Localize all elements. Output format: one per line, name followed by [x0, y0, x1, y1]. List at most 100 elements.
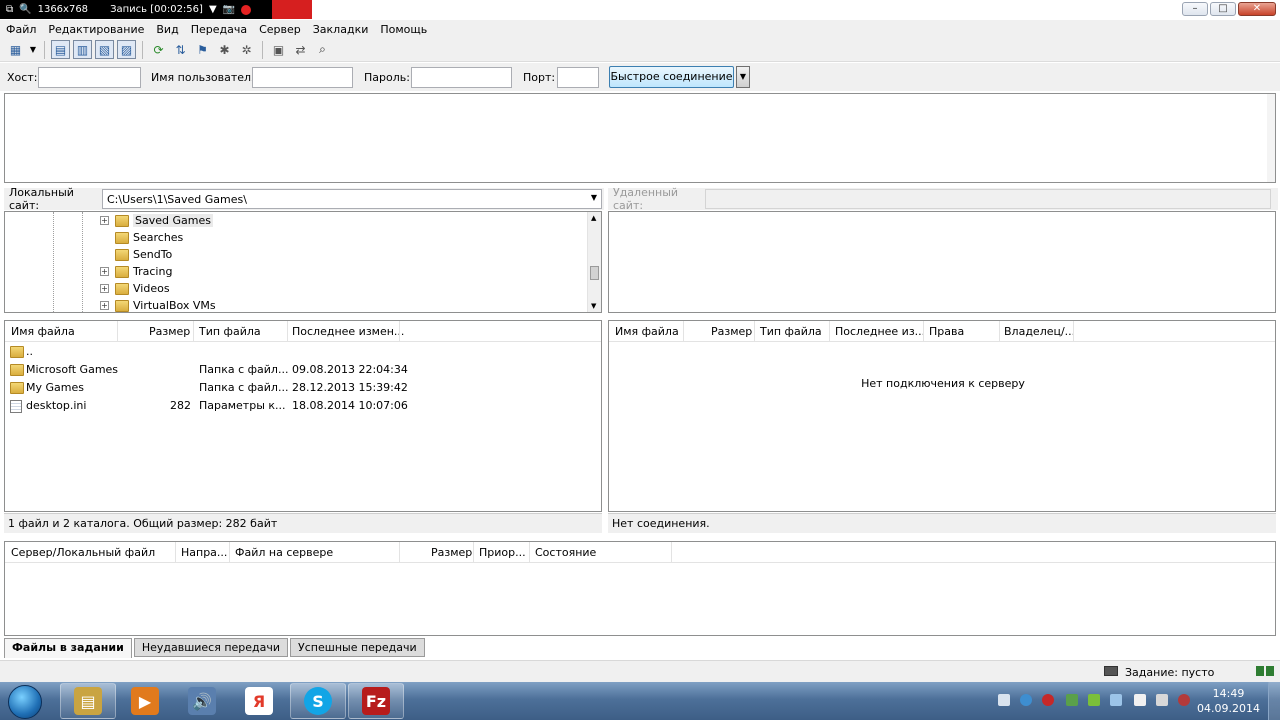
menu-server[interactable]: Сервер	[259, 23, 301, 36]
expand-icon[interactable]: +	[100, 216, 109, 225]
menu-transfer[interactable]: Передача	[191, 23, 247, 36]
expand-icon[interactable]: +	[100, 301, 109, 310]
quickconnect-button[interactable]: Быстрое соединение	[609, 66, 734, 88]
record-icon[interactable]	[241, 4, 252, 15]
port-input[interactable]	[557, 67, 599, 88]
column-priority[interactable]: Приор...	[479, 546, 526, 559]
quickconnect-dropdown-icon[interactable]: ▼	[736, 66, 750, 88]
scroll-thumb[interactable]	[590, 266, 599, 280]
tree-item[interactable]: Searches	[100, 229, 183, 246]
table-row[interactable]: My Games Папка с файл... 28.12.2013 15:3…	[5, 379, 595, 397]
column-owner[interactable]: Владелец/...	[1004, 325, 1075, 338]
show-desktop-button[interactable]	[1268, 682, 1280, 720]
local-path-combo[interactable]: C:\Users\1\Saved Games\ ▼	[102, 189, 602, 209]
host-input[interactable]	[38, 67, 141, 88]
process-queue-icon[interactable]: ⇅	[171, 40, 190, 59]
recorder-resolution: 1366x768	[37, 4, 89, 15]
tab-failed-transfers[interactable]: Неудавшиеся передачи	[133, 638, 289, 657]
remote-directory-tree[interactable]	[608, 211, 1276, 313]
refresh-icon[interactable]: ⟳	[149, 40, 168, 59]
document-tray-icon[interactable]	[1134, 694, 1146, 706]
taskbar-app-skype[interactable]: S	[290, 683, 346, 719]
speaker-tray-icon[interactable]	[998, 694, 1010, 706]
taskbar-app-explorer[interactable]: ▤	[60, 683, 116, 719]
column-size[interactable]: Размер	[431, 546, 472, 559]
start-button[interactable]	[8, 685, 42, 719]
remote-path-combo[interactable]	[705, 189, 1271, 209]
local-tree-toggle-icon[interactable]: ▥	[73, 40, 92, 59]
column-modified[interactable]: Последнее измен...	[292, 325, 404, 338]
dropdown-icon[interactable]: ▼	[209, 4, 217, 15]
table-row[interactable]: Microsoft Games Папка с файл... 09.08.20…	[5, 361, 595, 379]
scroll-down-icon[interactable]: ▼	[591, 302, 596, 310]
column-size[interactable]: Размер	[149, 325, 190, 338]
column-size[interactable]: Размер	[711, 325, 752, 338]
tab-successful-transfers[interactable]: Успешные передачи	[290, 638, 425, 657]
site-manager-icon[interactable]: ▦	[6, 40, 25, 59]
shield-tray-icon[interactable]	[1088, 694, 1100, 706]
tab-queued-files[interactable]: Файлы в задании	[4, 638, 132, 658]
sync-browsing-icon[interactable]: ⇄	[291, 40, 310, 59]
column-status[interactable]: Состояние	[535, 546, 596, 559]
minimize-button[interactable]: –	[1182, 2, 1208, 16]
table-row[interactable]: desktop.ini 282 Параметры к... 18.08.201…	[5, 397, 595, 415]
transfer-queue-toggle-icon[interactable]: ▨	[117, 40, 136, 59]
site-manager-dropdown-icon[interactable]: ▼	[28, 40, 38, 59]
column-direction[interactable]: Напра...	[181, 546, 227, 559]
taskbar-app-yandex[interactable]: Я	[231, 683, 287, 719]
network-tray-icon[interactable]	[1020, 694, 1032, 706]
expand-icon[interactable]: +	[100, 284, 109, 293]
tree-item[interactable]: SendTo	[100, 246, 172, 263]
menu-view[interactable]: Вид	[156, 23, 178, 36]
taskbar-app-filezilla[interactable]: Fz	[348, 683, 404, 719]
column-modified[interactable]: Последнее из...	[835, 325, 925, 338]
transfer-queue[interactable]: Сервер/Локальный файл Напра... Файл на с…	[4, 541, 1276, 636]
expand-icon[interactable]: +	[100, 267, 109, 276]
signal-tray-icon[interactable]	[1156, 694, 1168, 706]
battery-tray-icon[interactable]	[1066, 694, 1078, 706]
taskbar-app-media-player[interactable]: ▶	[117, 683, 173, 719]
log-scrollbar[interactable]	[1267, 94, 1275, 182]
ladybug-tray-icon[interactable]	[1178, 694, 1190, 706]
tree-item[interactable]: + VirtualBox VMs	[100, 297, 216, 312]
table-row[interactable]: ..	[5, 343, 595, 361]
tree-scrollbar[interactable]: ▲ ▼	[587, 212, 601, 312]
disconnect-icon[interactable]: ✱	[215, 40, 234, 59]
message-log-toggle-icon[interactable]: ▤	[51, 40, 70, 59]
column-server-local-file[interactable]: Сервер/Локальный файл	[11, 546, 155, 559]
remote-file-list[interactable]: Имя файла ^ Размер Тип файла Последнее и…	[608, 320, 1276, 512]
display-tray-icon[interactable]	[1110, 694, 1122, 706]
record-tray-icon[interactable]	[1042, 694, 1054, 706]
tree-item[interactable]: + Saved Games	[100, 212, 213, 229]
column-name[interactable]: Имя файла	[615, 325, 679, 338]
message-log[interactable]	[4, 93, 1276, 183]
menu-edit[interactable]: Редактирование	[48, 23, 144, 36]
search-icon[interactable]: ⌕	[313, 40, 332, 59]
menu-file[interactable]: Файл	[6, 23, 36, 36]
taskbar-app-volume[interactable]: 🔊	[174, 683, 230, 719]
maximize-button[interactable]: □	[1210, 2, 1236, 16]
local-file-list[interactable]: Имя файла ^ Размер Тип файла Последнее и…	[4, 320, 602, 512]
column-type[interactable]: Тип файла	[199, 325, 261, 338]
camera-icon[interactable]: 📷	[223, 4, 235, 15]
reconnect-icon[interactable]: ✲	[237, 40, 256, 59]
directory-listing-filter-icon[interactable]: ▣	[269, 40, 288, 59]
cancel-icon[interactable]: ⚑	[193, 40, 212, 59]
username-input[interactable]	[252, 67, 353, 88]
menu-help[interactable]: Помощь	[380, 23, 427, 36]
column-name[interactable]: Имя файла	[11, 325, 75, 338]
local-directory-tree[interactable]: + Saved Games Searches SendTo + Tracing + V…	[4, 211, 602, 313]
column-remote-file[interactable]: Файл на сервере	[235, 546, 333, 559]
remote-tree-toggle-icon[interactable]: ▧	[95, 40, 114, 59]
column-type[interactable]: Тип файла	[760, 325, 822, 338]
close-button[interactable]: ✕	[1238, 2, 1276, 16]
chevron-down-icon[interactable]: ▼	[591, 193, 597, 202]
tray-clock[interactable]: 14:49 04.09.2014	[1197, 686, 1260, 716]
scroll-up-icon[interactable]: ▲	[591, 214, 596, 222]
password-input[interactable]	[411, 67, 512, 88]
tree-item[interactable]: + Videos	[100, 280, 170, 297]
stop-area[interactable]	[272, 0, 312, 19]
menu-bookmarks[interactable]: Закладки	[313, 23, 369, 36]
column-permissions[interactable]: Права	[929, 325, 964, 338]
tree-item[interactable]: + Tracing	[100, 263, 172, 280]
